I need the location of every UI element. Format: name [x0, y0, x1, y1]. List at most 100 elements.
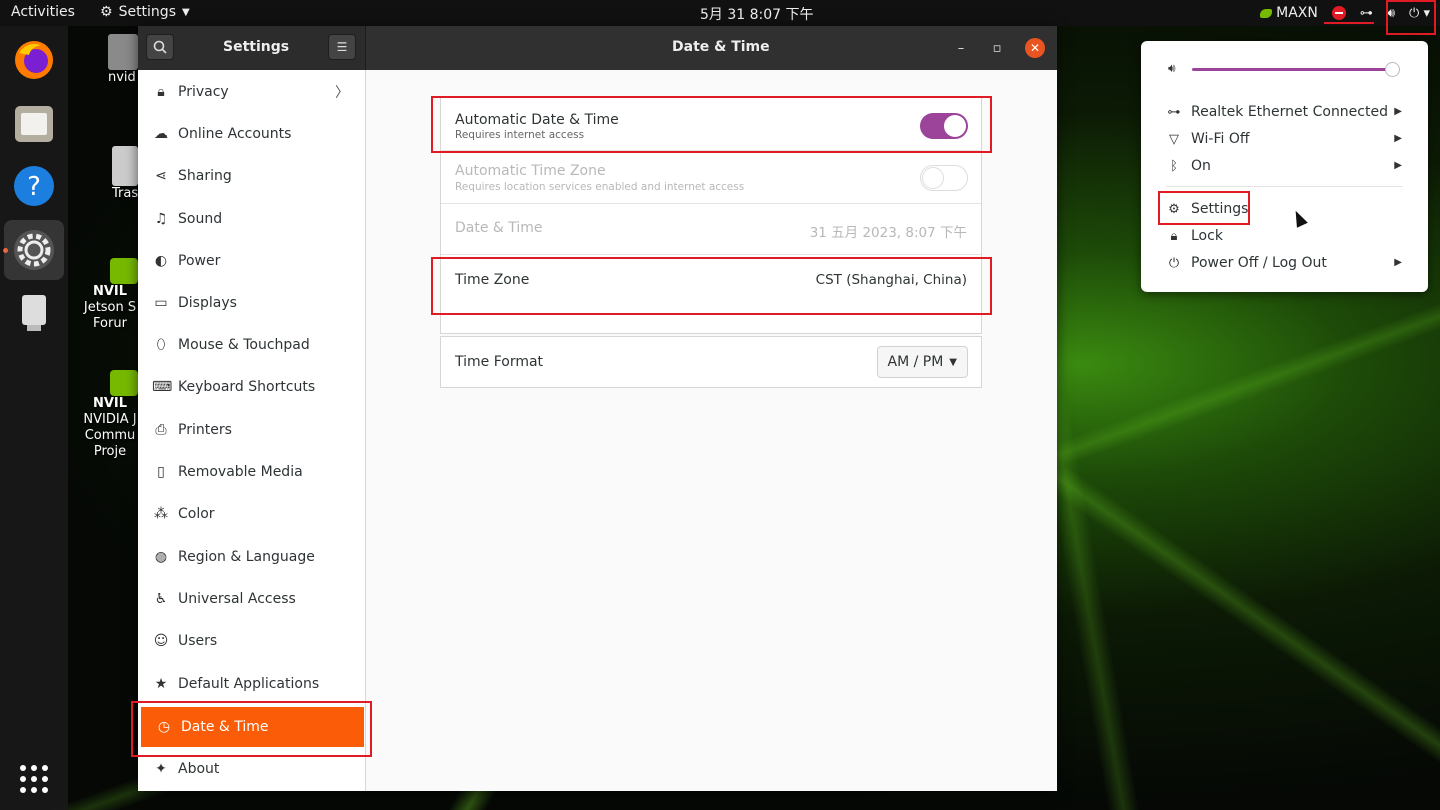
help-icon[interactable]: ?	[9, 161, 59, 211]
sidebar-item-users[interactable]: ☺ Users	[138, 621, 365, 661]
keyboard-icon: ⌨	[152, 379, 173, 395]
sidebar-item-label: Keyboard Shortcuts	[178, 379, 316, 395]
search-button[interactable]	[146, 34, 174, 60]
usb-drive-icon[interactable]	[9, 288, 59, 338]
sidebar-item-privacy[interactable]: 🔒︎ Privacy 〉	[138, 72, 365, 112]
time-zone-row[interactable]: Time Zone CST (Shanghai, China)	[441, 255, 981, 333]
time-format-row: Time Format AM / PM ▼	[441, 337, 981, 387]
settings-menu-item[interactable]: ⚙ Settings	[1166, 198, 1248, 220]
color-icon: ⁂	[154, 506, 168, 522]
sidebar-item-universal-access[interactable]: ♿︎ Universal Access	[138, 579, 365, 619]
sidebar-item-label: Mouse & Touchpad	[178, 337, 310, 353]
menu-button[interactable]: ☰	[328, 34, 356, 60]
gear-icon: ⚙	[100, 4, 113, 20]
sidebar: 🔒︎ Privacy 〉 ☁︎ Online Accounts ⋖ Sharin…	[138, 70, 366, 791]
automatic-time-zone-sublabel: Requires location services enabled and i…	[455, 181, 745, 193]
settings-app-icon[interactable]	[4, 220, 64, 280]
system-menu-button[interactable]: ⏻ ▾	[1409, 6, 1430, 21]
sidebar-item-removable-media[interactable]: ▯ Removable Media	[138, 452, 365, 492]
volume-icon[interactable]: 🔊︎	[1387, 6, 1395, 21]
sidebar-item-mouse-touchpad[interactable]: ⬯ Mouse & Touchpad	[138, 325, 365, 365]
bluetooth-icon: ᛒ	[1170, 158, 1178, 174]
switch-knob	[922, 167, 944, 189]
content-headerbar: Date & Time – ▫ ✕	[366, 26, 1057, 70]
power-off-menu-item[interactable]: ⏻ Power Off / Log Out	[1166, 252, 1327, 274]
sidebar-item-default-applications[interactable]: ★ Default Applications	[138, 664, 365, 704]
sidebar-item-label: Removable Media	[178, 464, 303, 480]
app-grid-icon[interactable]	[9, 754, 59, 804]
sidebar-item-about[interactable]: ✦ About	[138, 749, 365, 789]
power-mode-label: MAXN	[1276, 5, 1318, 21]
settings-label: Settings	[1191, 201, 1249, 217]
dock: ?	[0, 26, 68, 810]
sparkle-icon: ✦	[155, 761, 167, 777]
sidebar-item-online-accounts[interactable]: ☁︎ Online Accounts	[138, 114, 365, 154]
sidebar-item-label: Users	[178, 633, 218, 649]
automatic-time-zone-row: Automatic Time Zone Requires location se…	[441, 151, 981, 204]
power-icon: ⏻	[1168, 255, 1180, 271]
svg-text:?: ?	[27, 172, 41, 202]
automatic-date-time-switch[interactable]	[920, 113, 968, 139]
volume-slider[interactable]	[1192, 68, 1393, 71]
date-time-value: 31 五月 2023, 8:07 下午	[809, 225, 967, 241]
app-menu[interactable]: ⚙ Settings ▼	[100, 4, 190, 20]
sidebar-item-region-language[interactable]: ◍ Region & Language	[138, 537, 365, 577]
minimize-button[interactable]: –	[951, 38, 971, 58]
lock-label: Lock	[1191, 228, 1223, 244]
gear-icon: ⚙	[1168, 201, 1180, 217]
sidebar-item-sound[interactable]: ♫ Sound	[138, 199, 365, 239]
network-icon[interactable]: ⊶	[1360, 6, 1373, 21]
automatic-time-zone-switch	[920, 165, 968, 191]
sidebar-headerbar: Settings ☰	[138, 26, 366, 70]
activities-button[interactable]: Activities	[11, 4, 75, 20]
sidebar-item-label: About	[178, 761, 220, 777]
top-bar: Activities ⚙ Settings ▼ 5月 31 8:07 下午 MA…	[0, 0, 1440, 26]
sidebar-item-label: Power	[178, 253, 221, 269]
volume-slider-handle[interactable]	[1385, 62, 1400, 77]
power-mode-indicator[interactable]: MAXN	[1260, 5, 1318, 21]
automatic-date-time-label: Automatic Date & Time	[455, 112, 619, 128]
nvidia-forum-line1: NVIL	[92, 284, 128, 299]
power-label: Power Off / Log Out	[1191, 255, 1327, 271]
files-icon[interactable]	[9, 98, 59, 148]
wifi-icon: ▽	[1169, 131, 1179, 147]
nvidia-community-line4: Proje	[93, 444, 127, 459]
sidebar-item-sharing[interactable]: ⋖ Sharing	[138, 156, 365, 196]
lock-menu-item[interactable]: 🔒︎ Lock	[1166, 225, 1223, 247]
bluetooth-menu-item[interactable]: ᛒ On	[1166, 155, 1211, 177]
sidebar-item-printers[interactable]: ⎙ Printers	[138, 410, 365, 450]
firefox-icon[interactable]	[9, 35, 59, 85]
share-icon: ⋖	[155, 168, 167, 184]
sidebar-item-label: Sound	[178, 211, 223, 227]
time-format-dropdown[interactable]: AM / PM ▼	[876, 346, 968, 378]
ethernet-menu-item[interactable]: ⊶ Realtek Ethernet Connected	[1166, 101, 1388, 123]
settings-window: Settings ☰ Date & Time – ▫ ✕ 🔒︎ Privacy …	[138, 26, 1057, 791]
sidebar-item-keyboard-shortcuts[interactable]: ⌨ Keyboard Shortcuts	[138, 367, 365, 407]
sidebar-item-date-time[interactable]: ◷ Date & Time	[141, 707, 364, 747]
sidebar-item-label: Date & Time	[181, 719, 269, 735]
mouse-icon: ⬯	[156, 337, 166, 353]
chevron-right-icon: ▶	[1394, 106, 1402, 117]
nvidia-icon	[1260, 8, 1273, 18]
nvidia-forum-link[interactable]: NVIL Jetson S Forur	[80, 258, 140, 332]
do-not-disturb-icon[interactable]	[1331, 6, 1346, 20]
nvidia-community-line3: Commu	[84, 428, 136, 443]
system-tray: MAXN ⊶ 🔊︎ ⏻ ▾	[1260, 0, 1430, 26]
chevron-down-icon: ▼	[949, 356, 957, 368]
volume-icon: 🔊︎	[1168, 61, 1176, 75]
sidebar-item-label: Printers	[178, 422, 232, 438]
nvidia-community-link[interactable]: NVIL NVIDIA J Commu Proje	[80, 370, 140, 460]
maximize-button[interactable]: ▫	[987, 38, 1007, 58]
clock[interactable]: 5月 31 8:07 下午	[700, 4, 814, 24]
date-time-panel: Automatic Date & Time Requires internet …	[366, 70, 1057, 791]
sidebar-item-color[interactable]: ⁂ Color	[138, 494, 365, 534]
wifi-menu-item[interactable]: ▽ Wi-Fi Off	[1166, 128, 1250, 150]
date-time-row: Date & Time 31 五月 2023, 8:07 下午	[441, 204, 981, 255]
sidebar-item-power[interactable]: ◐ Power	[138, 241, 365, 281]
nvidia-community-line2: NVIDIA J	[83, 412, 137, 427]
automatic-date-time-row[interactable]: Automatic Date & Time Requires internet …	[441, 98, 981, 151]
time-zone-value: CST (Shanghai, China)	[815, 272, 967, 288]
printer-icon: ⎙	[155, 422, 167, 438]
close-button[interactable]: ✕	[1025, 38, 1045, 58]
sidebar-item-displays[interactable]: ▭ Displays	[138, 283, 365, 323]
